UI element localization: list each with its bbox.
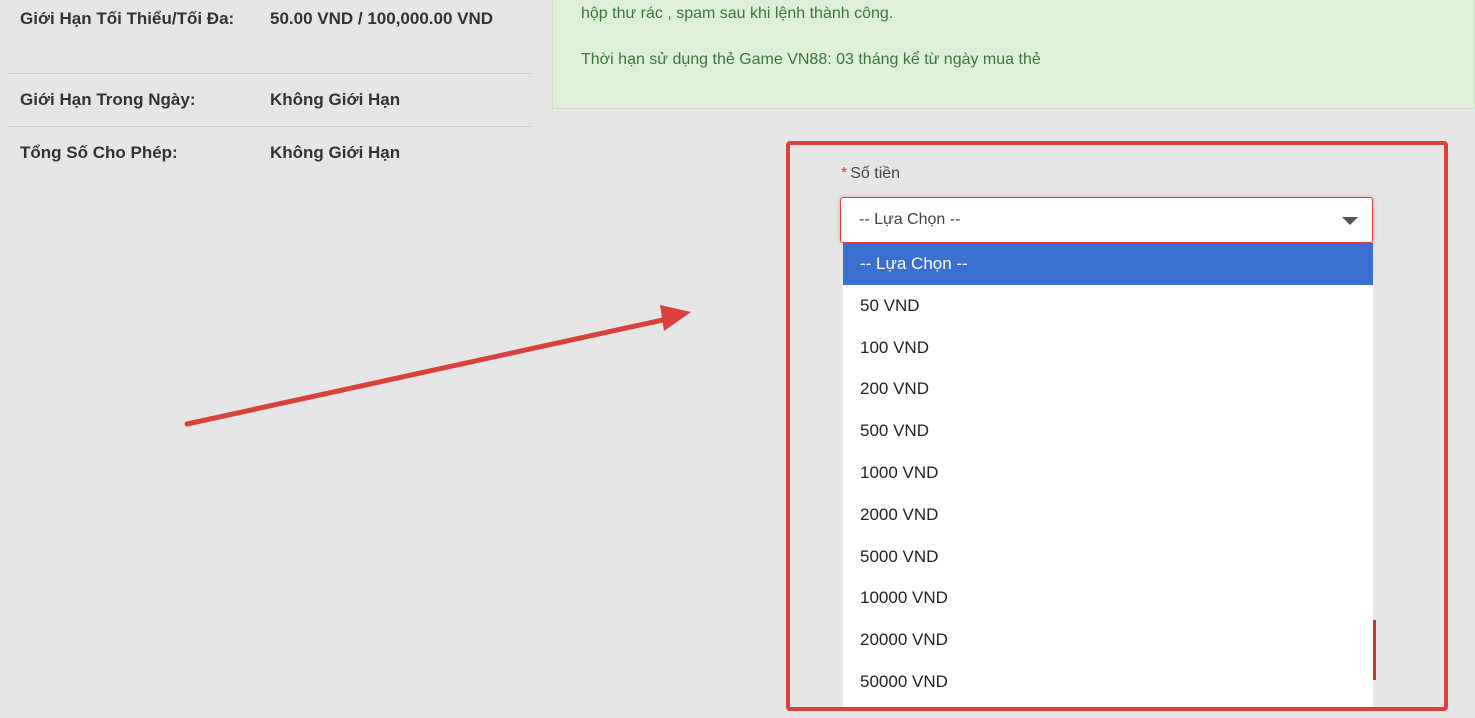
dropdown-option[interactable]: 20000 VND	[843, 619, 1373, 661]
dropdown-option[interactable]: 2000 VND	[843, 494, 1373, 536]
dropdown-option[interactable]: 50 VND	[843, 285, 1373, 327]
dropdown-option[interactable]: 100 VND	[843, 327, 1373, 369]
hidden-submit-button-edge	[1373, 620, 1376, 680]
amount-label-text: Số tiền	[850, 165, 901, 182]
dropdown-option[interactable]: 50000 VND	[843, 661, 1373, 703]
dropdown-option[interactable]: 10000 VND	[843, 577, 1373, 619]
chevron-down-icon	[1342, 217, 1358, 225]
amount-select-value: -- Lựa Chọn --	[859, 211, 961, 228]
amount-label: * Số tiền	[841, 165, 900, 183]
dropdown-option[interactable]: 200 VND	[843, 368, 1373, 410]
dropdown-option[interactable]: -- Lựa Chọn --	[843, 243, 1373, 285]
amount-dropdown-list[interactable]: -- Lựa Chọn -- 50 VND 100 VND 200 VND 50…	[843, 243, 1373, 707]
amount-select[interactable]: -- Lựa Chọn --	[840, 197, 1373, 243]
dropdown-option[interactable]: 1000 VND	[843, 452, 1373, 494]
dropdown-option[interactable]: 5000 VND	[843, 536, 1373, 578]
dropdown-option[interactable]: 500 VND	[843, 410, 1373, 452]
required-mark: *	[841, 165, 848, 182]
